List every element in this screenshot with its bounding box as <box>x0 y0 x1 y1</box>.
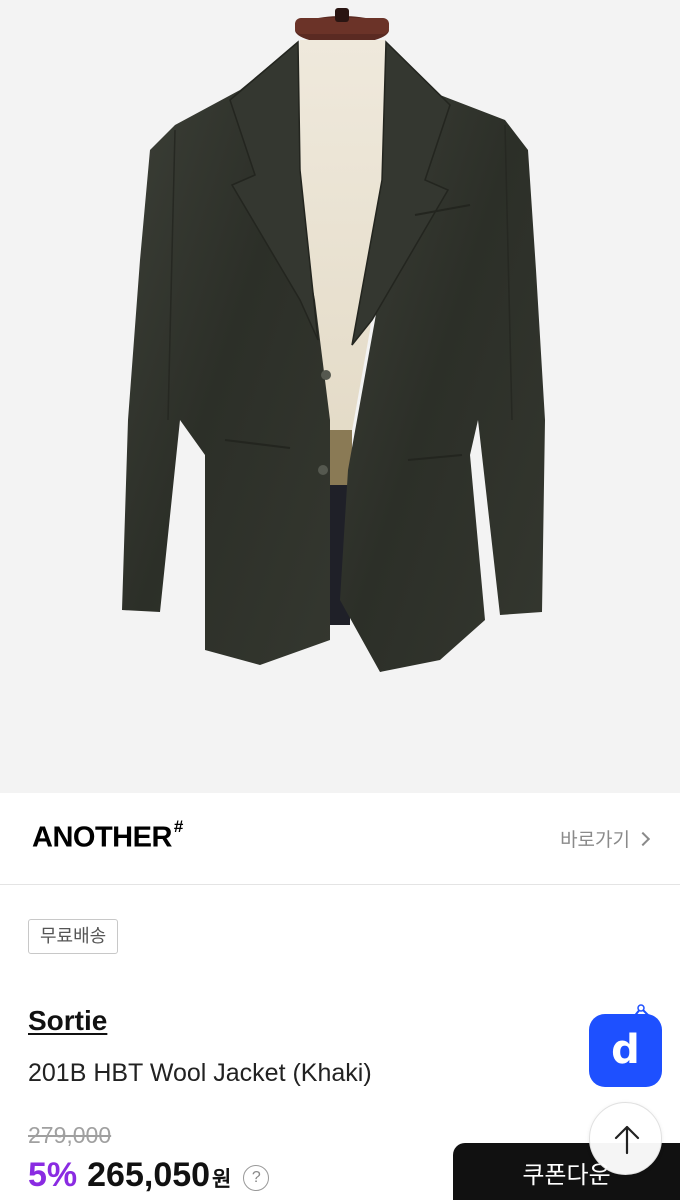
brand-shortcut-label: 바로가기 <box>560 830 630 851</box>
brand-logo-text: ANOTHER <box>32 821 172 854</box>
app-logo-letter: d <box>611 1027 640 1073</box>
jacket-illustration <box>122 8 545 672</box>
brand-logo[interactable]: ANOTHER # <box>32 817 183 855</box>
free-shipping-badge: 무료배송 <box>28 919 119 954</box>
price-help-icon[interactable]: ? <box>243 1165 270 1191</box>
brand-bar: ANOTHER # 바로가기 <box>0 793 680 885</box>
arrow-up-icon <box>614 1125 640 1155</box>
brand-logo-mark: # <box>173 817 183 836</box>
chevron-right-icon <box>635 831 651 847</box>
currency-unit: 원 <box>212 1168 232 1191</box>
scroll-top-button[interactable] <box>589 1102 662 1175</box>
price-row: 5% 265,050 원 ? <box>28 1156 270 1195</box>
original-price: 279,000 <box>28 1122 112 1148</box>
sale-price: 265,050 <box>87 1156 211 1194</box>
app-shortcut-button[interactable]: d <box>589 1004 662 1087</box>
product-image[interactable] <box>0 0 680 793</box>
seller-link[interactable]: Sortie <box>28 1005 107 1037</box>
discount-rate: 5% <box>28 1156 78 1194</box>
brand-shortcut-link[interactable]: 바로가기 <box>560 825 651 852</box>
product-title: 201B HBT Wool Jacket (Khaki) <box>28 1059 372 1087</box>
